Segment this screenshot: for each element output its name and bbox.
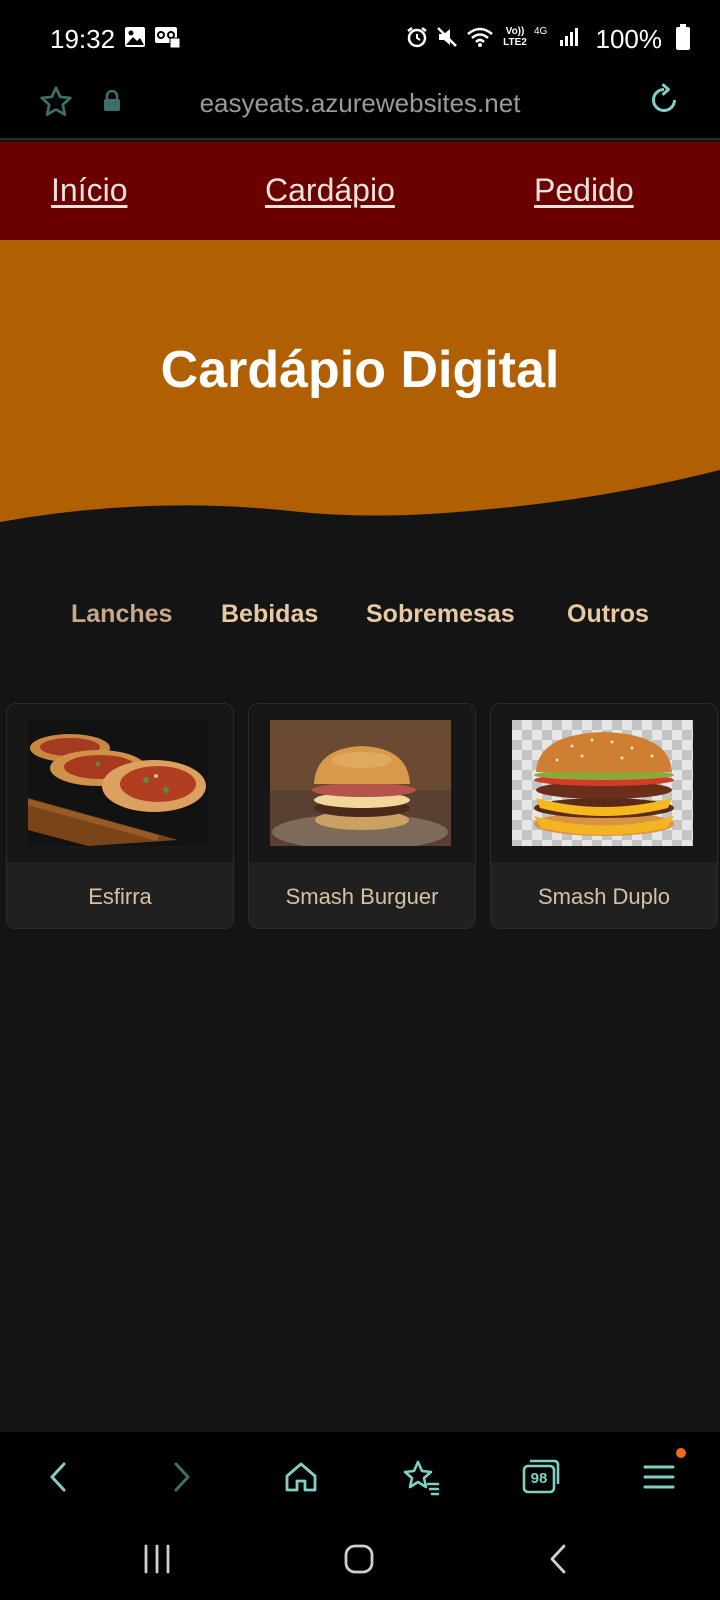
home-icon[interactable] (278, 1454, 324, 1500)
nav-link-pedido[interactable]: Pedido (534, 172, 634, 209)
tab-outros[interactable]: Outros (567, 600, 649, 629)
volte-indicator: Vo)) LTE2 (503, 26, 527, 48)
menu-icon (643, 1465, 675, 1489)
battery-icon (676, 24, 690, 50)
address-bar[interactable]: easyeats.azurewebsites.net (0, 78, 720, 140)
voicemail-icon (155, 27, 180, 48)
wifi-icon (467, 27, 493, 47)
system-navigation-bar (0, 1522, 720, 1600)
signal-icon (560, 28, 578, 46)
tabs-button[interactable]: 98 (518, 1454, 564, 1500)
recent-apps-icon[interactable] (142, 1542, 172, 1576)
mute-icon (437, 27, 457, 47)
esfirra-photo (28, 720, 209, 846)
product-name: Smash Burguer (285, 884, 439, 909)
smash-burger-photo (270, 720, 451, 846)
tab-count: 98 (530, 1470, 548, 1487)
product-card-smash-burguer[interactable]: Smash Burguer (248, 703, 476, 929)
product-name: Esfirra (88, 884, 152, 909)
reload-icon[interactable] (646, 82, 682, 118)
double-burger-photo (512, 720, 693, 846)
product-card-smash-duplo[interactable]: Smash Duplo (490, 703, 718, 929)
page-title: Cardápio Digital (160, 341, 560, 399)
home-nav-icon[interactable] (342, 1542, 376, 1576)
site-nav: Início Cardápio Pedido (0, 142, 720, 240)
image-icon (125, 27, 145, 47)
nav-link-inicio[interactable]: Início (51, 172, 127, 209)
status-bar: 19:32 Vo)) LTE2 4G 100% (0, 0, 720, 78)
tab-sobremesas[interactable]: Sobremesas (366, 600, 515, 629)
back-nav-icon[interactable] (546, 1542, 570, 1576)
browser-toolbar: 98 (0, 1432, 720, 1522)
tab-bebidas[interactable]: Bebidas (221, 600, 318, 629)
product-name: Smash Duplo (537, 884, 671, 909)
hero-banner: Cardápio Digital (0, 240, 720, 540)
back-icon[interactable] (36, 1454, 82, 1500)
tab-lanches[interactable]: Lanches (71, 600, 172, 629)
url-text[interactable]: easyeats.azurewebsites.net (0, 88, 720, 119)
battery-percent: 100% (595, 24, 663, 54)
alarm-icon (407, 27, 427, 48)
forward-icon[interactable] (158, 1454, 204, 1500)
notification-dot (676, 1448, 686, 1458)
bookmarks-icon[interactable] (398, 1454, 444, 1500)
product-card-esfirra[interactable]: Esfirra (6, 703, 234, 929)
nav-link-cardapio[interactable]: Cardápio (265, 172, 395, 209)
menu-button[interactable] (636, 1448, 686, 1500)
status-time: 19:32 (50, 24, 116, 54)
network-type: 4G (534, 26, 548, 37)
